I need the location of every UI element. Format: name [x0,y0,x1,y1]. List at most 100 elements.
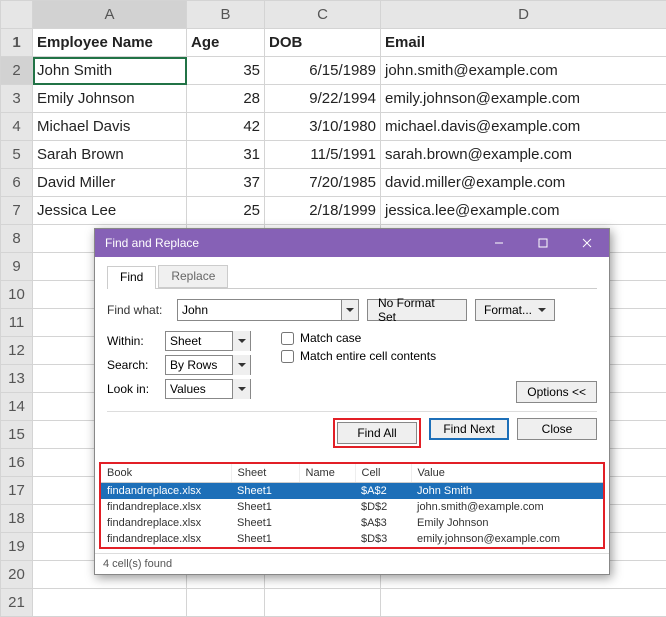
results-header-cell[interactable]: Cell [355,464,411,483]
cell-C7[interactable]: 2/18/1999 [265,197,381,225]
cell-B2[interactable]: 35 [187,57,265,85]
cell-B6[interactable]: 37 [187,169,265,197]
within-select[interactable]: Sheet [165,331,251,351]
results-header-book[interactable]: Book [101,464,231,483]
chevron-down-icon[interactable] [341,300,358,320]
row-header-5[interactable]: 5 [1,141,33,169]
results-table[interactable]: Book Sheet Name Cell Value findandreplac… [101,464,603,547]
search-select[interactable]: By Rows [165,355,251,375]
close-button[interactable] [565,229,609,257]
find-all-button[interactable]: Find All [337,422,417,444]
cell-A21[interactable] [33,589,187,617]
dialog-title: Find and Replace [105,236,199,250]
row-header-16[interactable]: 16 [1,449,33,477]
results-row[interactable]: findandreplace.xlsxSheet1$D$2john.smith@… [101,499,603,515]
row-header-11[interactable]: 11 [1,309,33,337]
cell-B4[interactable]: 42 [187,113,265,141]
within-label: Within: [107,334,165,348]
close-dialog-button[interactable]: Close [517,418,597,440]
lookin-select[interactable]: Values [165,379,251,399]
chevron-down-icon [232,355,250,375]
lookin-label: Look in: [107,382,165,396]
row-header-18[interactable]: 18 [1,505,33,533]
maximize-button[interactable] [521,229,565,257]
search-label: Search: [107,358,165,372]
cell-B1[interactable]: Age [187,29,265,57]
col-header-B[interactable]: B [187,1,265,29]
cell-D3[interactable]: emily.johnson@example.com [381,85,666,113]
dialog-titlebar[interactable]: Find and Replace [95,229,609,257]
row-header-10[interactable]: 10 [1,281,33,309]
col-header-A[interactable]: A [33,1,187,29]
results-header-name[interactable]: Name [299,464,355,483]
cell-C3[interactable]: 9/22/1994 [265,85,381,113]
find-what-label: Find what: [107,303,177,317]
format-button[interactable]: Format... [475,299,555,321]
results-header-value[interactable]: Value [411,464,603,483]
cell-C2[interactable]: 6/15/1989 [265,57,381,85]
cell-B7[interactable]: 25 [187,197,265,225]
cell-D1[interactable]: Email [381,29,666,57]
row-header-21[interactable]: 21 [1,589,33,617]
results-row[interactable]: findandreplace.xlsxSheet1$A$3Emily Johns… [101,515,603,531]
cell-D21[interactable] [381,589,666,617]
minimize-button[interactable] [477,229,521,257]
chevron-down-icon [232,331,250,351]
results-header-sheet[interactable]: Sheet [231,464,299,483]
tab-find[interactable]: Find [107,266,156,289]
cell-A6[interactable]: David Miller [33,169,187,197]
find-what-input[interactable] [178,300,341,320]
row-header-19[interactable]: 19 [1,533,33,561]
cell-B21[interactable] [187,589,265,617]
cell-A4[interactable]: Michael Davis [33,113,187,141]
row-header-1[interactable]: 1 [1,29,33,57]
row-header-12[interactable]: 12 [1,337,33,365]
row-header-8[interactable]: 8 [1,225,33,253]
tab-replace[interactable]: Replace [158,265,228,288]
row-header-2[interactable]: 2 [1,57,33,85]
cell-D4[interactable]: michael.davis@example.com [381,113,666,141]
cell-C4[interactable]: 3/10/1980 [265,113,381,141]
row-header-13[interactable]: 13 [1,365,33,393]
results-row[interactable]: findandreplace.xlsxSheet1$D$3emily.johns… [101,531,603,547]
cell-A3[interactable]: Emily Johnson [33,85,187,113]
find-next-button[interactable]: Find Next [429,418,509,440]
no-format-button[interactable]: No Format Set [367,299,467,321]
cell-C1[interactable]: DOB [265,29,381,57]
dialog-tabs: Find Replace [107,265,597,289]
cell-D2[interactable]: john.smith@example.com [381,57,666,85]
col-header-C[interactable]: C [265,1,381,29]
match-case-checkbox[interactable]: Match case [281,331,436,345]
row-header-3[interactable]: 3 [1,85,33,113]
row-header-7[interactable]: 7 [1,197,33,225]
match-entire-checkbox[interactable]: Match entire cell contents [281,349,436,363]
cell-C21[interactable] [265,589,381,617]
chevron-down-icon [232,379,250,399]
cell-B3[interactable]: 28 [187,85,265,113]
row-header-14[interactable]: 14 [1,393,33,421]
find-replace-dialog: Find and Replace Find Replace Find what:… [94,228,610,575]
status-bar: 4 cell(s) found [95,553,609,574]
row-header-6[interactable]: 6 [1,169,33,197]
cell-B5[interactable]: 31 [187,141,265,169]
cell-D7[interactable]: jessica.lee@example.com [381,197,666,225]
row-header-9[interactable]: 9 [1,253,33,281]
options-button[interactable]: Options << [516,381,597,403]
cell-A2[interactable]: John Smith [33,57,187,85]
find-what-combo[interactable] [177,299,359,321]
select-all-corner[interactable] [1,1,33,29]
results-row[interactable]: findandreplace.xlsxSheet1$A$2John Smith [101,483,603,500]
results-panel: Book Sheet Name Cell Value findandreplac… [99,462,605,549]
cell-D5[interactable]: sarah.brown@example.com [381,141,666,169]
row-header-20[interactable]: 20 [1,561,33,589]
cell-D6[interactable]: david.miller@example.com [381,169,666,197]
row-header-15[interactable]: 15 [1,421,33,449]
cell-C5[interactable]: 11/5/1991 [265,141,381,169]
row-header-17[interactable]: 17 [1,477,33,505]
col-header-D[interactable]: D [381,1,666,29]
row-header-4[interactable]: 4 [1,113,33,141]
cell-C6[interactable]: 7/20/1985 [265,169,381,197]
cell-A5[interactable]: Sarah Brown [33,141,187,169]
cell-A1[interactable]: Employee Name [33,29,187,57]
cell-A7[interactable]: Jessica Lee [33,197,187,225]
